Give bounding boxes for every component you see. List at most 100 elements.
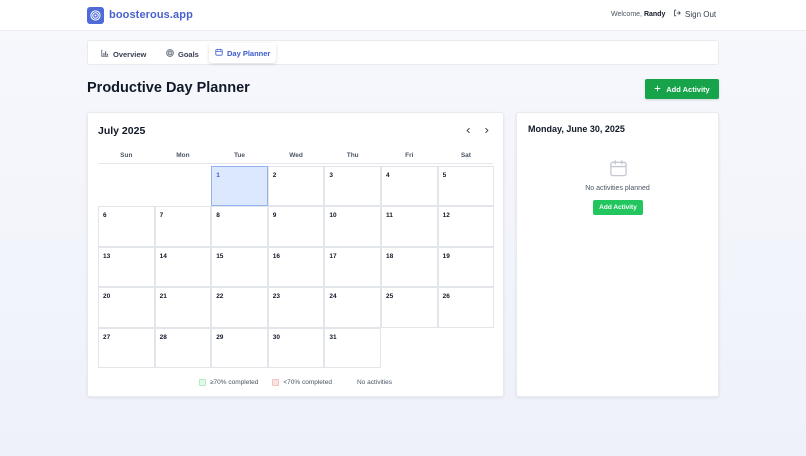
day-number: 22 — [216, 293, 224, 301]
calendar-day-cell[interactable]: 11 — [381, 206, 438, 247]
next-month-button[interactable] — [480, 125, 492, 137]
calendar-day-cell[interactable]: 17 — [324, 246, 381, 288]
calendar-day-cell[interactable]: 14 — [154, 246, 212, 288]
add-activity-side-button[interactable]: Add Activity — [593, 200, 643, 215]
sign-out-button[interactable]: Sign Out — [673, 9, 716, 19]
calendar-day-cell[interactable]: 8 — [211, 206, 268, 247]
legend-swatch-green — [198, 379, 206, 386]
day-number: 30 — [272, 333, 281, 341]
weekday-label: Wed — [289, 152, 303, 159]
day-number: 16 — [272, 252, 281, 260]
brand-name[interactable]: boosterous.app — [109, 9, 193, 21]
day-number: 29 — [216, 333, 224, 341]
day-number: 27 — [103, 333, 111, 341]
weekday-label: Tue — [233, 152, 246, 159]
calendar-day-cell[interactable]: 22 — [211, 287, 268, 328]
day-number: 2 — [272, 172, 277, 179]
calendar-day-cell[interactable]: 15 — [211, 246, 268, 288]
calendar-card: July 2025 Sun Mon Tue Wed Thu Fri Sat 12345678… — [87, 112, 504, 397]
day-number: 1 — [216, 172, 220, 179]
calendar-day-cell[interactable]: 25 — [381, 287, 438, 328]
calendar-day-cell[interactable]: 9 — [267, 206, 325, 247]
day-number: 26 — [442, 293, 450, 301]
calendar-icon — [215, 48, 223, 58]
legend-label: ≥70% completed — [209, 379, 259, 386]
calendar-day-cell[interactable]: 21 — [154, 287, 212, 328]
empty-state-text: No activities planned — [585, 185, 650, 192]
add-activity-button[interactable]: Add Activity — [645, 79, 719, 99]
chevron-left-icon — [465, 126, 472, 136]
day-number: 6 — [103, 212, 107, 220]
weekday-divider — [98, 163, 493, 164]
calendar-day-cell[interactable]: 2 — [267, 166, 325, 207]
calendar-day-cell[interactable]: 29 — [211, 327, 268, 368]
calendar-day-cell[interactable]: 30 — [267, 327, 325, 368]
calendar-day-cell[interactable]: 19 — [437, 246, 495, 288]
tab-label: Day Planner — [227, 48, 271, 58]
tab-goals[interactable]: Goals — [160, 45, 205, 63]
day-number: 7 — [159, 212, 164, 220]
prev-month-button[interactable] — [462, 125, 474, 137]
day-number: 24 — [329, 293, 337, 301]
day-number: 4 — [386, 172, 390, 179]
target-icon — [166, 49, 174, 59]
calendar-day-cell[interactable]: 26 — [437, 287, 495, 328]
calendar-day-cell[interactable]: 13 — [98, 246, 155, 288]
day-number: 13 — [103, 252, 111, 260]
tab-day-planner[interactable]: Day Planner — [209, 43, 277, 63]
calendar-day-cell[interactable]: 5 — [437, 166, 495, 207]
add-activity-label: Add Activity — [666, 84, 710, 94]
calendar-day-cell[interactable]: 27 — [98, 327, 155, 368]
calendar-day-cell[interactable]: 4 — [381, 166, 438, 207]
calendar-day-cell[interactable]: 24 — [324, 287, 381, 328]
calendar-legend: ≥70% completed <70% completed No activit… — [88, 379, 503, 386]
username: Randy — [643, 11, 666, 18]
empty-calendar-icon — [609, 159, 628, 183]
day-number: 20 — [103, 293, 111, 301]
calendar-day-cell[interactable]: 3 — [324, 166, 381, 207]
day-number: 23 — [272, 293, 281, 301]
plus-icon — [654, 85, 661, 94]
page-title: Productive Day Planner — [87, 80, 250, 96]
calendar-day-cell[interactable]: 1 — [211, 166, 268, 207]
day-number: 19 — [442, 252, 450, 260]
legend-item-high: ≥70% completed — [198, 379, 259, 386]
calendar-day-cell[interactable]: 10 — [324, 206, 381, 247]
welcome-text: Welcome, Randy — [611, 11, 665, 18]
calendar-day-cell[interactable]: 28 — [154, 327, 212, 368]
legend-label: No activities — [356, 379, 393, 386]
weekday-label: Mon — [176, 152, 190, 159]
day-number: 15 — [216, 252, 224, 260]
calendar-day-cell[interactable]: 12 — [437, 206, 495, 247]
month-title: July 2025 — [98, 125, 146, 137]
calendar-day-cell[interactable]: 18 — [381, 246, 438, 288]
calendar-day-cell[interactable]: 31 — [324, 327, 381, 368]
day-number: 11 — [386, 212, 393, 220]
tab-label: Goals — [178, 49, 199, 59]
calendar-day-cell[interactable]: 6 — [98, 206, 155, 247]
weekday-label: Fri — [405, 152, 414, 159]
legend-item-low: <70% completed — [272, 379, 332, 386]
top-bar: boosterous.app Welcome, Randy Sign Out — [0, 0, 806, 31]
legend-swatch-none — [345, 379, 353, 386]
day-detail-card: Monday, June 30, 2025 No activities plan… — [516, 112, 719, 397]
calendar-day-cell[interactable]: 16 — [267, 246, 325, 288]
welcome-prefix: Welcome, — [611, 11, 642, 18]
logo-icon[interactable] — [87, 7, 104, 24]
day-number: 31 — [329, 333, 337, 341]
sign-out-label: Sign Out — [685, 9, 717, 19]
day-number: 14 — [159, 252, 167, 260]
tab-bar: Overview Goals Day Planner — [87, 40, 719, 65]
tab-overview[interactable]: Overview — [95, 45, 152, 63]
calendar-day-cell[interactable]: 23 — [267, 287, 325, 328]
weekday-label: Sun — [120, 152, 133, 159]
day-number: 5 — [442, 172, 447, 179]
legend-label: <70% completed — [283, 379, 332, 386]
calendar-day-cell[interactable]: 7 — [154, 206, 212, 247]
bar-chart-icon — [101, 49, 109, 59]
weekday-label: Sat — [460, 152, 471, 159]
calendar-day-cell[interactable]: 20 — [98, 287, 155, 328]
day-number: 21 — [159, 293, 167, 301]
day-number: 3 — [329, 172, 334, 179]
tab-label: Overview — [113, 49, 147, 59]
